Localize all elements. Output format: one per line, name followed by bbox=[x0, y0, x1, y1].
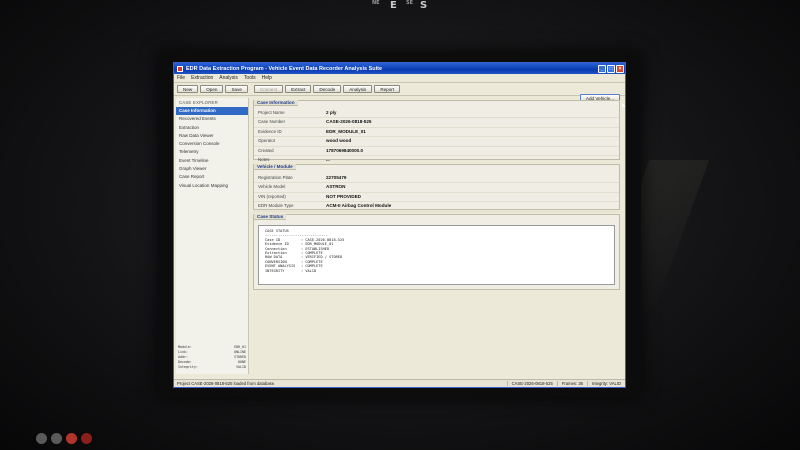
window-title: EDR Data Extraction Program - Vehicle Ev… bbox=[186, 65, 383, 72]
field-label: Registration Plate bbox=[258, 175, 293, 180]
field-value[interactable]: 1787069840000.0 bbox=[326, 147, 363, 155]
field-label: VIN (reported) bbox=[258, 193, 286, 199]
sidebar-item-recovered-events[interactable]: Recovered Events bbox=[176, 115, 248, 123]
field-value[interactable]: 2 ply bbox=[326, 109, 336, 117]
field-row: Case Number CASE-2026-0818-525 bbox=[254, 118, 619, 128]
sidebar-item-raw-data-viewer[interactable]: Raw Data Viewer bbox=[176, 132, 248, 140]
field-row: Operator wood wood bbox=[254, 137, 619, 147]
field-label: Operator bbox=[258, 138, 276, 144]
sidebar-header: CASE EXPLORER bbox=[179, 100, 218, 105]
new-button[interactable]: New bbox=[177, 85, 199, 93]
sidebar-item-case-information[interactable]: Case Information bbox=[176, 107, 248, 116]
compass-se: SE bbox=[406, 0, 414, 6]
field-label: Evidence ID bbox=[258, 128, 282, 134]
field-value[interactable]: ACM-II Airbag Control Module bbox=[326, 202, 391, 210]
connect-button[interactable]: Connect bbox=[253, 85, 284, 93]
field-row: Evidence ID EDR_MODULE_01 bbox=[254, 128, 619, 138]
status-message: Project CASE-2026-0818-525 loaded from d… bbox=[177, 381, 276, 386]
field-row: Project Name 2 ply bbox=[254, 109, 619, 119]
sidebar-stats: Module: EDR_01 Link: ONLINE Addr: STORED De… bbox=[178, 345, 246, 370]
stat-label: Integrity: bbox=[178, 365, 198, 369]
compass-strip: NE E SE S bbox=[368, 0, 438, 12]
app-window: EDR Data Extraction Program - Vehicle Ev… bbox=[173, 62, 626, 388]
analysis-button[interactable]: Analysis bbox=[343, 85, 373, 93]
field-row: EDR Module Type ACM-II Airbag Control Mod… bbox=[254, 202, 619, 212]
open-button[interactable]: Open bbox=[200, 85, 224, 93]
sidebar-item-telemetry[interactable]: Telemetry bbox=[176, 148, 248, 156]
app-icon bbox=[177, 65, 183, 72]
menu-analysis[interactable]: Analysis bbox=[219, 75, 238, 81]
field-row: Registration Plate 22705479 bbox=[254, 174, 619, 184]
extract-button[interactable]: Extract bbox=[285, 85, 312, 93]
field-row: Created 1787069840000.0 bbox=[254, 147, 619, 156]
field-label: Vehicle Model bbox=[258, 184, 286, 190]
compass-s: S bbox=[420, 0, 428, 11]
dock-icon[interactable] bbox=[36, 433, 47, 444]
status-key: INTEGRITY bbox=[265, 268, 285, 273]
vehicle-module-group: Vehicle / Module Registration Plate 22705… bbox=[253, 164, 620, 212]
decode-button[interactable]: Decode bbox=[313, 85, 342, 93]
sidebar-item-graph-viewer[interactable]: Graph Viewer bbox=[176, 165, 248, 173]
status-case: CASE-2026-0818-525 bbox=[506, 381, 557, 386]
menu-bar: File Extraction Analysis Tools Help bbox=[174, 74, 625, 83]
sidebar-item-conversion-console[interactable]: Conversion Console bbox=[176, 140, 248, 148]
group-title: Case Information bbox=[254, 100, 298, 106]
group-title: Case Status bbox=[254, 214, 287, 220]
maximize-button[interactable]: □ bbox=[607, 64, 615, 73]
monitor: EDR Data Extraction Program - Vehicle Ev… bbox=[158, 52, 641, 397]
sidebar-item-case-report[interactable]: Case Report bbox=[176, 173, 248, 181]
sidebar-item-visual-location-mapping[interactable]: Visual Location Mapping bbox=[176, 182, 248, 190]
status-integrity: Integrity: VALID bbox=[586, 381, 625, 386]
menu-file[interactable]: File bbox=[177, 75, 185, 81]
field-label: EDR Module Type bbox=[258, 203, 294, 209]
field-label: Created bbox=[258, 147, 274, 153]
status-bar: Project CASE-2026-0818-525 loaded from d… bbox=[174, 379, 625, 387]
compass-e: E bbox=[390, 0, 397, 11]
dock-icon[interactable] bbox=[81, 433, 92, 444]
menu-tools[interactable]: Tools bbox=[244, 75, 256, 81]
dock bbox=[36, 433, 96, 444]
menu-help[interactable]: Help bbox=[262, 75, 272, 81]
sidebar-item-extraction[interactable]: Extraction bbox=[176, 124, 248, 132]
title-bar[interactable]: EDR Data Extraction Program - Vehicle Ev… bbox=[174, 63, 625, 74]
close-button[interactable]: × bbox=[616, 64, 624, 73]
case-information-group: Case Information Project Name 2 ply Case … bbox=[253, 100, 620, 166]
dock-icon[interactable] bbox=[51, 433, 62, 444]
minimize-button[interactable]: _ bbox=[598, 64, 606, 73]
group-title: Vehicle / Module bbox=[254, 164, 296, 170]
case-status-group: Case Status CASE STATUS ----------------… bbox=[253, 214, 620, 290]
sidebar-item-event-timeline[interactable]: Event Timeline bbox=[176, 157, 248, 165]
status-value: : VALID bbox=[301, 268, 317, 273]
toolbar: New Open Save Connect Extract Decode Ana… bbox=[174, 83, 625, 96]
dock-icon[interactable] bbox=[66, 433, 77, 444]
field-value[interactable]: NOT PROVIDED bbox=[326, 193, 361, 201]
field-value[interactable]: ASTRON bbox=[326, 183, 345, 191]
field-label: Case Number bbox=[258, 119, 286, 125]
main-panel: Case Information Project Name 2 ply Case … bbox=[251, 98, 624, 374]
case-explorer-sidebar: CASE EXPLORER Case Information Recovered… bbox=[176, 98, 249, 374]
field-value[interactable]: CASE-2026-0818-525 bbox=[326, 118, 371, 126]
field-row: Vehicle Model ASTRON bbox=[254, 183, 619, 193]
field-value[interactable]: 22705479 bbox=[326, 174, 346, 182]
status-frames: Frames: 36 bbox=[556, 381, 587, 386]
field-row: VIN (reported) NOT PROVIDED bbox=[254, 193, 619, 203]
field-value[interactable]: EDR_MODULE_01 bbox=[326, 128, 366, 136]
save-button[interactable]: Save bbox=[225, 85, 248, 93]
compass-ne: NE bbox=[372, 0, 380, 6]
field-label: Project Name bbox=[258, 110, 285, 115]
stat-value: VALID bbox=[236, 365, 246, 369]
case-status-log[interactable]: CASE STATUS ----------------------------… bbox=[258, 225, 615, 285]
menu-extraction[interactable]: Extraction bbox=[191, 75, 213, 81]
report-button[interactable]: Report bbox=[374, 85, 401, 93]
field-value[interactable]: wood wood bbox=[326, 137, 351, 145]
status-line: INTEGRITY : VALID bbox=[265, 269, 608, 273]
